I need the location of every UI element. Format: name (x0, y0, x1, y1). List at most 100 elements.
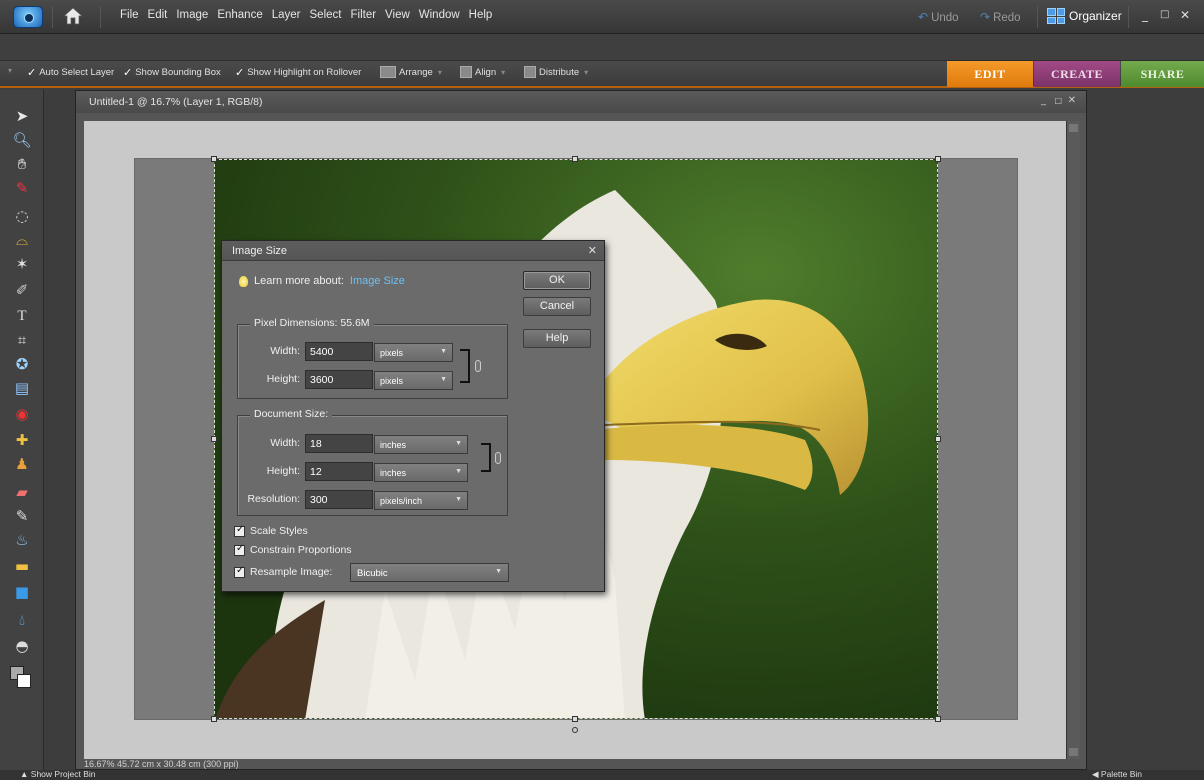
chevron-down-icon: ▾ (584, 67, 589, 77)
menu-select[interactable]: Select (310, 9, 342, 21)
resample-image-checkbox[interactable]: Resample Image: (234, 565, 333, 578)
menu-layer[interactable]: Layer (272, 9, 301, 21)
app-logo-icon[interactable] (13, 6, 43, 28)
doc-width-unit-select[interactable]: inches ▼ (374, 435, 468, 454)
resample-label: Resample Image: (250, 566, 333, 578)
organizer-icon (1047, 8, 1065, 24)
organizer-button[interactable]: Organizer (1047, 8, 1122, 24)
marquee-tool-icon[interactable]: ◌ (10, 206, 34, 226)
transform-handle[interactable] (935, 436, 941, 442)
undo-label: Undo (931, 12, 959, 24)
shape-tool-icon[interactable]: ■ (10, 582, 34, 602)
menu-filter[interactable]: Filter (350, 9, 376, 21)
auto-select-layer-checkbox[interactable]: ✓ Auto Select Layer (27, 66, 114, 79)
menu-enhance[interactable]: Enhance (217, 9, 262, 21)
chevron-down-icon: ▼ (455, 468, 462, 475)
learn-more-label: Learn more about: (254, 275, 344, 287)
tab-edit[interactable]: EDIT (947, 61, 1033, 87)
doc-height-input[interactable]: 12 (305, 462, 373, 481)
magic-wand-icon[interactable]: ✶ (10, 254, 34, 274)
menu-window[interactable]: Window (419, 9, 460, 21)
hand-tool-icon[interactable]: ✋︎ (10, 154, 34, 174)
red-eye-icon[interactable]: ◉ (10, 404, 34, 424)
learn-more-link[interactable]: Image Size (350, 275, 405, 287)
options-bar-spacer (0, 34, 1204, 60)
constrain-proportions-checkbox[interactable]: Constrain Proportions (234, 543, 352, 556)
pixel-height-unit-select[interactable]: pixels ▼ (374, 371, 453, 390)
minimize-icon[interactable]: _ (1041, 95, 1046, 106)
scale-styles-checkbox[interactable]: Scale Styles (234, 524, 308, 537)
checkbox-checked (234, 543, 245, 556)
transform-handle[interactable] (211, 156, 217, 162)
cancel-button[interactable]: Cancel (523, 297, 591, 316)
brush-tool-icon[interactable]: ✎ (10, 506, 34, 526)
color-swatches-icon[interactable] (10, 666, 34, 692)
doc-height-label: Height: (266, 465, 300, 477)
menu-file[interactable]: File (120, 9, 139, 21)
menu-help[interactable]: Help (469, 9, 493, 21)
transform-handle[interactable] (935, 716, 941, 722)
maximize-icon[interactable]: □ (1054, 96, 1062, 105)
tab-share[interactable]: SHARE (1121, 61, 1204, 87)
menu-edit[interactable]: Edit (148, 9, 168, 21)
close-icon[interactable]: ✕ (1180, 8, 1190, 22)
resample-method-select[interactable]: Bicubic ▼ (350, 563, 509, 582)
move-tool-icon[interactable]: ➤ (10, 106, 34, 126)
divider (100, 6, 101, 28)
transform-handle[interactable] (572, 156, 578, 162)
crop-tool-icon[interactable]: ⌗ (10, 330, 34, 350)
align-menu[interactable]: Align ▾ (460, 66, 505, 78)
show-project-bin-button[interactable]: ▲ Show Project Bin (20, 769, 96, 779)
rotate-handle-icon[interactable] (572, 727, 578, 733)
pixel-height-input[interactable]: 3600 (305, 370, 373, 389)
undo-button[interactable]: ↶ Undo (918, 10, 959, 24)
clone-stamp-icon[interactable]: ♟ (10, 454, 34, 474)
eraser-icon[interactable]: ▰ (10, 482, 34, 502)
transform-handle[interactable] (935, 156, 941, 162)
transform-handle[interactable] (572, 716, 578, 722)
ok-button[interactable]: OK (523, 271, 591, 290)
lasso-tool-icon[interactable]: ⌓ (10, 230, 34, 250)
gradient-tool-icon[interactable]: ▬ (10, 556, 34, 576)
menu-image[interactable]: Image (176, 9, 208, 21)
help-button[interactable]: Help (523, 329, 591, 348)
doc-height-unit-value: inches (380, 468, 407, 478)
straighten-tool-icon[interactable]: ▤ (10, 378, 34, 398)
transform-handle[interactable] (211, 716, 217, 722)
close-icon[interactable]: ✕ (588, 244, 597, 257)
image-size-dialog: Image Size ✕ Learn more about: Image Siz… (221, 240, 605, 592)
show-bounding-box-checkbox[interactable]: ✓ Show Bounding Box (123, 66, 221, 79)
selection-brush-icon[interactable]: ✐ (10, 280, 34, 300)
redo-button[interactable]: ↷ Redo (980, 10, 1021, 24)
palette-bin-button[interactable]: ◀ Palette Bin (1092, 769, 1142, 780)
paint-bucket-icon[interactable]: ♨ (10, 530, 34, 550)
close-icon[interactable]: ✕ (1068, 95, 1076, 106)
home-icon[interactable] (62, 6, 88, 28)
show-highlight-checkbox[interactable]: ✓ Show Highlight on Rollover (235, 66, 361, 79)
distribute-menu[interactable]: Distribute ▾ (524, 66, 588, 78)
type-tool-icon[interactable]: T (10, 306, 34, 326)
resolution-unit-select[interactable]: pixels/inch ▼ (374, 491, 468, 510)
pixel-width-unit-select[interactable]: pixels ▼ (374, 343, 453, 362)
healing-brush-icon[interactable]: ✚ (10, 430, 34, 450)
document-size-legend: Document Size: (250, 408, 333, 420)
minimize-icon[interactable]: _ (1142, 8, 1148, 22)
cookie-cutter-icon[interactable]: ✪ (10, 354, 34, 374)
checkmark-icon: ✓ (123, 67, 133, 79)
arrange-menu[interactable]: Arrange ▾ (380, 66, 442, 78)
transform-handle[interactable] (211, 436, 217, 442)
checkmark-icon: ✓ (235, 67, 245, 79)
doc-height-unit-select[interactable]: inches ▼ (374, 463, 468, 482)
eyedropper-icon[interactable]: ✎ (10, 178, 34, 198)
tab-create[interactable]: CREATE (1034, 61, 1120, 87)
zoom-tool-icon[interactable]: 🔍︎ (10, 130, 34, 150)
doc-width-input[interactable]: 18 (305, 434, 373, 453)
menu-view[interactable]: View (385, 9, 410, 21)
blur-tool-icon[interactable]: 💧︎ (10, 610, 34, 630)
options-menu[interactable]: ▾ (6, 66, 12, 75)
vertical-scrollbar[interactable] (1066, 121, 1080, 759)
sponge-tool-icon[interactable]: ◓ (10, 636, 34, 656)
pixel-width-input[interactable]: 5400 (305, 342, 373, 361)
resolution-input[interactable]: 300 (305, 490, 373, 509)
maximize-icon[interactable]: □ (1160, 9, 1169, 20)
